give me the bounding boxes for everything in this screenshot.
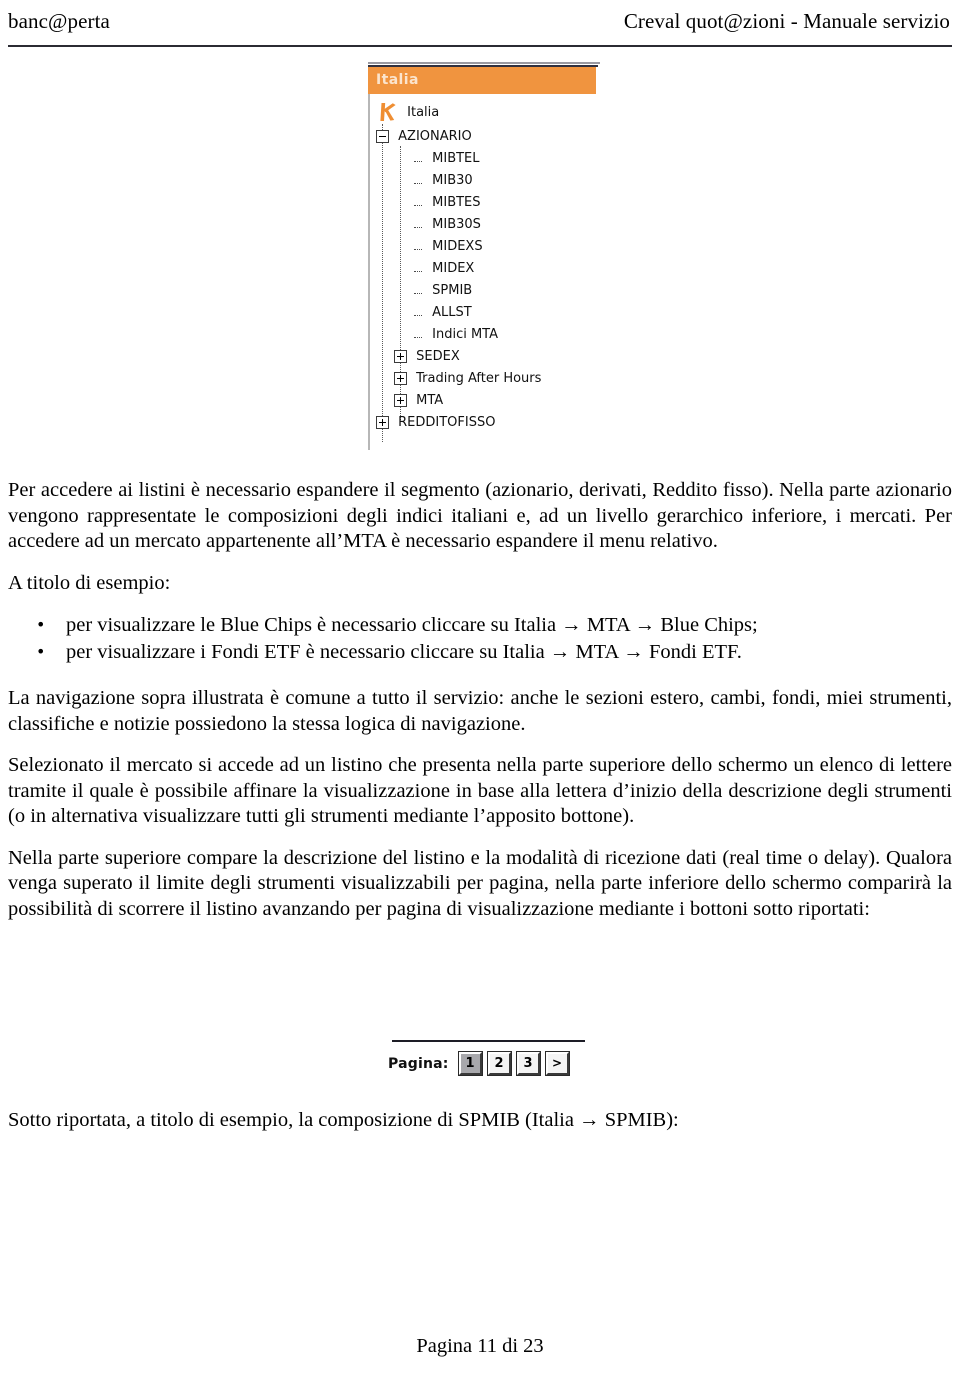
tree-elbow-icon (412, 219, 423, 230)
paragraph-3: La navigazione sopra illustrata è comune… (8, 687, 952, 735)
tree-elbow-icon (412, 175, 423, 186)
tree-node-trading-after-hours[interactable]: Trading After Hours (370, 368, 600, 390)
tree-node-label: REDDITOFISSO (398, 415, 496, 430)
document-body-tail: Sotto riportata, a titolo di esempio, la… (8, 1108, 952, 1150)
tree-node-sedex[interactable]: SEDEX (370, 346, 600, 368)
tree-node-mta[interactable]: MTA (370, 390, 600, 412)
pager-divider (392, 1040, 585, 1042)
page-footer: Pagina 11 di 23 (416, 1335, 544, 1357)
tree-node-label: MIB30 (432, 173, 473, 188)
tree-node-label: MIB30S (432, 217, 481, 232)
paragraph-example-intro: A titolo di esempio: (8, 571, 171, 594)
paragraph-6: Sotto riportata, a titolo di esempio, la… (8, 1109, 679, 1131)
tree-node-mibtes[interactable]: MIBTES (370, 192, 600, 214)
page-button-3[interactable]: 3 (516, 1052, 540, 1075)
page-header: banc@perta Creval quot@zioni - Manuale s… (8, 8, 952, 48)
paragraph-4: Selezionato il mercato si accede ad un l… (8, 754, 952, 827)
tree-body: Italia AZIONARIO MIBTEL MIB30 MIBTES MIB… (368, 94, 600, 450)
plus-expander-icon[interactable] (394, 349, 407, 363)
tree-node-mib30[interactable]: MIB30 (370, 170, 600, 192)
tree-node-midex[interactable]: MIDEX (370, 258, 600, 280)
tree-node-spmib[interactable]: SPMIB (370, 280, 600, 302)
tree-node-label: Indici MTA (432, 327, 499, 342)
tree-elbow-icon (412, 329, 423, 340)
tree-node-label: MTA (416, 393, 444, 408)
tree-node-allst[interactable]: ALLST (370, 302, 600, 324)
paragraph-5: Nella parte superiore compare la descriz… (8, 846, 952, 920)
pager-label: Pagina: (388, 1055, 449, 1072)
tree-elbow-icon (412, 263, 423, 274)
tree-header-title: Italia (368, 67, 596, 94)
tree-node-indici-mta[interactable]: Indici MTA (370, 324, 600, 346)
plus-expander-icon[interactable] (394, 371, 407, 385)
k-logo-icon (378, 101, 396, 123)
pager-controls: Pagina: 1 2 3 > (388, 1052, 588, 1075)
plus-expander-icon[interactable] (376, 415, 389, 429)
tree-node-label: Italia (407, 105, 440, 120)
page-next-button[interactable]: > (545, 1052, 569, 1075)
tree-node-mib30s[interactable]: MIB30S (370, 214, 600, 236)
tree-node-label: AZIONARIO (398, 129, 472, 144)
page-button-2[interactable]: 2 (487, 1052, 511, 1075)
pager-widget: Pagina: 1 2 3 > (388, 1040, 588, 1075)
tree-elbow-icon (412, 285, 423, 296)
header-right-title: Creval quot@zioni - Manuale servizio (623, 9, 950, 33)
tree-elbow-icon (412, 307, 423, 318)
list-item: per visualizzare le Blue Chips è necessa… (8, 611, 952, 639)
header-left-title: banc@perta (8, 9, 110, 33)
paragraph-1: Per accedere ai listini è necessario esp… (8, 479, 952, 552)
tree-node-azionario[interactable]: AZIONARIO (370, 126, 600, 148)
plus-expander-icon[interactable] (394, 393, 407, 407)
tree-node-label: MIDEXS (432, 239, 483, 254)
tree-node-mibtel[interactable]: MIBTEL (370, 148, 600, 170)
tree-node-label: MIBTES (432, 195, 481, 210)
tree-node-italia-root[interactable]: Italia (370, 100, 600, 126)
tree-node-label: ALLST (432, 305, 472, 320)
tree-node-label: Trading After Hours (416, 371, 542, 386)
list-item: per visualizzare i Fondi ETF è necessari… (8, 638, 952, 666)
tree-node-redditofisso[interactable]: REDDITOFISSO (370, 412, 600, 434)
minus-expander-icon[interactable] (376, 129, 389, 143)
navigation-tree-widget: Italia Italia AZIONARIO MIBTEL MIB30 MIB… (368, 62, 600, 450)
tree-elbow-icon (412, 241, 423, 252)
tree-elbow-icon (412, 197, 423, 208)
widget-top-edge (368, 62, 600, 64)
example-bullet-list: per visualizzare le Blue Chips è necessa… (8, 611, 952, 666)
document-body: Per accedere ai listini è necessario esp… (8, 478, 952, 938)
tree-node-midexs[interactable]: MIDEXS (370, 236, 600, 258)
header-divider (8, 45, 952, 47)
tree-node-label: SPMIB (432, 283, 473, 298)
tree-node-label: MIDEX (432, 261, 475, 276)
tree-elbow-icon (412, 153, 423, 164)
tree-node-label: MIBTEL (432, 151, 480, 166)
page-button-1[interactable]: 1 (458, 1052, 482, 1075)
tree-node-label: SEDEX (416, 349, 460, 364)
